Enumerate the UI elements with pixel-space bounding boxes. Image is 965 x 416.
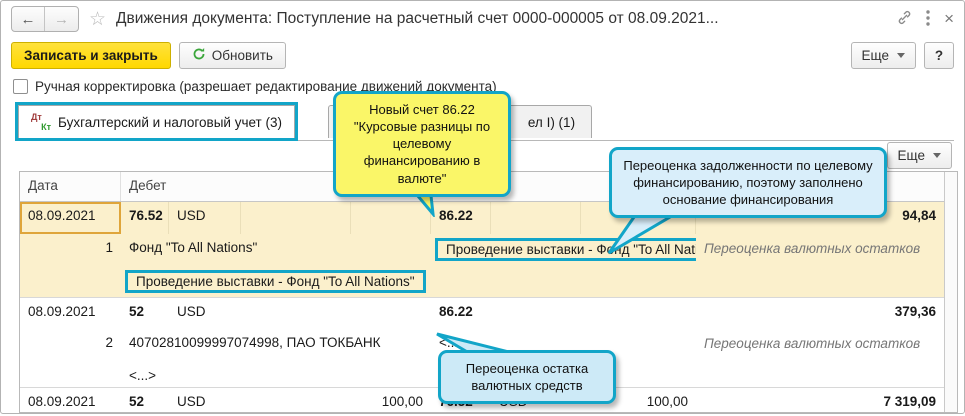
cell-date: 08.09.2021: [20, 298, 121, 323]
cell-total: 379,36: [696, 298, 944, 323]
page-title: Движения документа: Поступление на расче…: [116, 10, 889, 28]
link-icon[interactable]: [897, 10, 912, 28]
refresh-label: Обновить: [212, 48, 273, 63]
close-icon[interactable]: ×: [944, 9, 954, 29]
refresh-icon: [192, 47, 206, 64]
callout-balance-revaluation: Переоценка остатка валютных средств: [438, 350, 616, 404]
document-movements-window: ← → ☆ Движения документа: Поступление на…: [0, 0, 965, 414]
main-toolbar: Записать и закрыть Обновить Еще ?: [1, 39, 964, 71]
chevron-down-icon: [897, 53, 905, 58]
cell-debit-currency: USD: [169, 298, 241, 323]
cell-debit-subconto: Фонд "To All Nations": [121, 234, 431, 259]
manual-adjustment-checkbox[interactable]: [13, 79, 28, 94]
tab-accounting[interactable]: Дт Кт Бухгалтерский и налоговый учет (3): [18, 105, 295, 138]
help-button[interactable]: ?: [924, 42, 954, 69]
more-label: Еще: [862, 48, 889, 63]
tab-annotation-box: Дт Кт Бухгалтерский и налоговый учет (3): [15, 102, 298, 141]
favorite-star-icon[interactable]: ☆: [87, 8, 108, 31]
help-label: ?: [935, 48, 943, 63]
cell-debit-currency: USD: [169, 202, 241, 234]
cell-debit-currency: USD: [169, 388, 241, 413]
cell-comment: Переоценка валютных остатков: [696, 234, 944, 263]
title-icons: ×: [897, 9, 954, 29]
cell-debit-subconto: 40702810099997074998, ПАО ТОКБАНК: [121, 329, 431, 354]
cell-date: 08.09.2021: [20, 202, 121, 234]
table-more-label: Еще: [898, 148, 925, 163]
callout-debt-revaluation: Переоценка задолженности по целевому фин…: [609, 147, 887, 218]
chevron-down-icon: [933, 153, 941, 158]
table-vertical-scrollbar[interactable]: [944, 172, 957, 412]
table-more-button[interactable]: Еще: [887, 142, 952, 169]
cell-comment: Переоценка валютных остатков: [696, 329, 944, 358]
cell-debit-account: 52: [121, 388, 169, 413]
callout-new-account: Новый счет 86.22 "Курсовые разницы по це…: [333, 91, 511, 197]
cell-debit-subconto-2: Проведение выставки - Фонд "To All Natio…: [121, 266, 696, 297]
tab-income-book-label-end: ел I) (1): [528, 115, 575, 130]
forward-button[interactable]: →: [45, 7, 78, 31]
back-button[interactable]: ←: [12, 7, 45, 31]
more-button-top[interactable]: Еще: [851, 42, 916, 69]
debit-subconto-annotation-box: Проведение выставки - Фонд "To All Natio…: [125, 270, 426, 293]
save-and-close-button[interactable]: Записать и закрыть: [11, 42, 171, 69]
cell-debit-account: 76.52: [121, 202, 169, 234]
title-bar: ← → ☆ Движения документа: Поступление на…: [1, 1, 964, 37]
cell-row-number: 2: [20, 329, 121, 354]
refresh-button[interactable]: Обновить: [179, 42, 286, 69]
header-date[interactable]: Дата: [20, 172, 121, 201]
cell-date: 08.09.2021: [20, 388, 121, 413]
kebab-menu-icon[interactable]: [926, 10, 930, 29]
cell-debit-subconto-2: <...>: [121, 362, 431, 387]
cell-debit-amount: 100,00: [351, 388, 431, 413]
save-and-close-label: Записать и закрыть: [24, 48, 158, 63]
cell-total: 7 319,09: [696, 388, 944, 413]
table-row[interactable]: 1 Фонд "To All Nations" Проведение выста…: [20, 234, 944, 266]
cell-debit-account: 52: [121, 298, 169, 323]
cell-credit-account: 86.22: [431, 298, 491, 323]
tab-accounting-label: Бухгалтерский и налоговый учет (3): [58, 115, 282, 130]
cell-row-number: 1: [20, 234, 121, 259]
nav-history-group: ← →: [11, 6, 79, 32]
debit-credit-icon: Дт Кт: [31, 112, 51, 132]
table-row[interactable]: 08.09.2021 52 USD 86.22 379,36: [20, 297, 944, 329]
table-row[interactable]: Проведение выставки - Фонд "To All Natio…: [20, 266, 944, 297]
